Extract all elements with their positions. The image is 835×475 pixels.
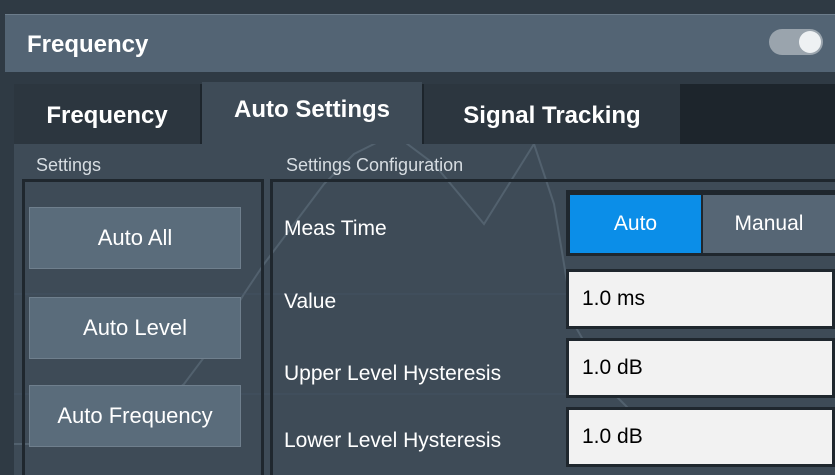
- tab-signal-tracking-label: Signal Tracking: [463, 102, 641, 129]
- auto-level-button[interactable]: Auto Level: [29, 297, 241, 359]
- meas-time-manual-option[interactable]: Manual: [703, 195, 835, 253]
- upper-level-hysteresis-label: Upper Level Hysteresis: [284, 362, 502, 385]
- lower-level-hysteresis-label: Lower Level Hysteresis: [284, 429, 502, 452]
- tab-frequency-label: Frequency: [46, 102, 168, 129]
- upper-level-hysteresis-input[interactable]: 1.0 dB: [566, 338, 835, 398]
- frequency-dialog: Frequency Frequency Auto Settings Signal…: [0, 0, 835, 475]
- auto-all-button[interactable]: Auto All: [29, 207, 241, 269]
- tab-signal-tracking[interactable]: Signal Tracking: [424, 84, 680, 144]
- tab-auto-settings[interactable]: Auto Settings: [202, 82, 422, 144]
- meas-time-label: Meas Time: [284, 217, 387, 240]
- toggle-knob: [799, 31, 821, 53]
- meas-time-selector: Auto Manual: [566, 190, 835, 256]
- tab-content-panel: Settings Auto All Auto Level Auto Freque…: [14, 144, 835, 475]
- dialog-title: Frequency: [27, 31, 149, 58]
- auto-frequency-button[interactable]: Auto Frequency: [29, 385, 241, 447]
- tab-bar: Frequency Auto Settings Signal Tracking: [14, 82, 835, 144]
- dialog-toggle-switch[interactable]: [769, 29, 823, 55]
- tab-auto-settings-label: Auto Settings: [234, 96, 390, 123]
- settings-group-label: Settings: [36, 155, 102, 175]
- dialog-title-bar: Frequency: [5, 14, 835, 72]
- tab-frequency[interactable]: Frequency: [14, 84, 200, 144]
- value-input[interactable]: 1.0 ms: [566, 269, 835, 329]
- meas-time-auto-option[interactable]: Auto: [570, 195, 701, 253]
- settings-configuration-label: Settings Configuration: [286, 155, 464, 175]
- value-label: Value: [284, 290, 337, 313]
- lower-level-hysteresis-input[interactable]: 1.0 dB: [566, 407, 835, 467]
